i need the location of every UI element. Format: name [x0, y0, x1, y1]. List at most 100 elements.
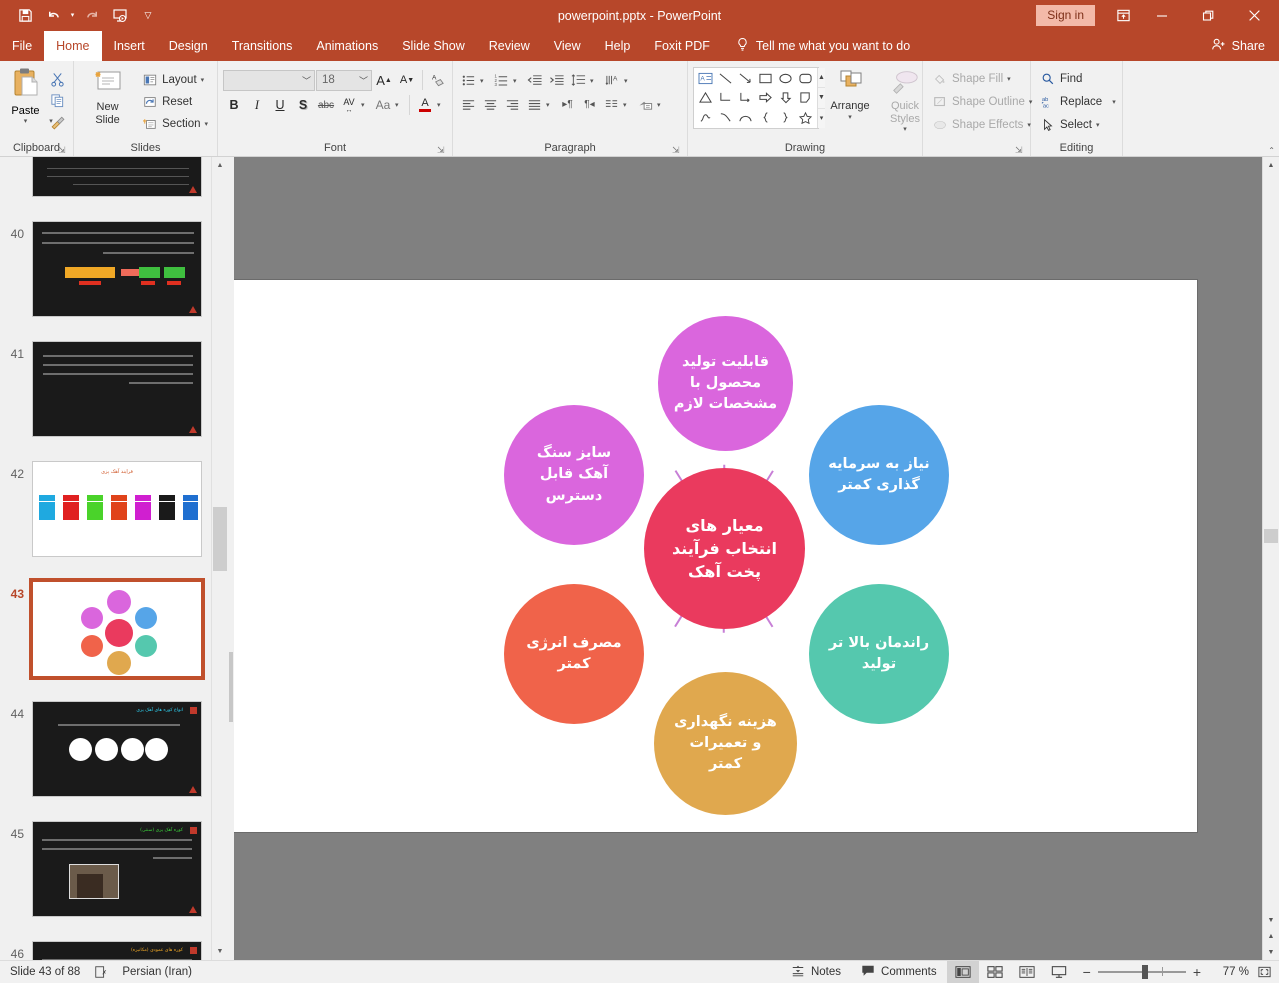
tab-review[interactable]: Review	[477, 31, 542, 61]
tab-foxit-pdf[interactable]: Foxit PDF	[642, 31, 722, 61]
thumbnails-scroll-down-button[interactable]: ▼	[212, 943, 228, 960]
thumbnail-image[interactable]: کوره های عمودی (مکانیزه)	[32, 941, 202, 960]
reset-button[interactable]: Reset	[138, 91, 212, 113]
zoom-out-button[interactable]: −	[1083, 964, 1091, 980]
zoom-control[interactable]: − +	[1075, 964, 1209, 980]
section-dropdown-icon[interactable]: ▾	[204, 120, 208, 128]
shape-arrow-icon[interactable]	[736, 70, 755, 88]
thumbnails-scrollbar[interactable]: ▲ ▼	[211, 157, 228, 960]
align-center-button[interactable]	[480, 94, 501, 115]
previous-slide-button[interactable]: ▲	[1263, 928, 1279, 944]
start-presentation-icon[interactable]	[107, 4, 133, 28]
bullets-dropdown-icon[interactable]: ▾	[480, 77, 490, 85]
thumbnails-scroll-thumb[interactable]	[213, 507, 227, 571]
shape-line-icon[interactable]	[716, 70, 735, 88]
strikethrough-button[interactable]: abc	[315, 94, 337, 116]
shape-rounded-rectangle-icon[interactable]	[796, 70, 815, 88]
thumbnail-row[interactable]: 42 فرایند آهک پزی	[0, 461, 211, 573]
redo-icon[interactable]	[79, 4, 105, 28]
thumbnail-row[interactable]: 44 انواع کوره های آهک پزی	[0, 701, 211, 813]
clear-formatting-icon[interactable]: A	[427, 69, 449, 91]
shape-textbox-icon[interactable]: A	[696, 70, 715, 88]
comments-button[interactable]: Comments	[851, 961, 947, 983]
character-spacing-dropdown-icon[interactable]: ▾	[361, 101, 371, 109]
ribbon-display-options-icon[interactable]	[1107, 0, 1139, 31]
ltr-direction-button[interactable]: ▸¶	[557, 94, 578, 115]
text-direction-button[interactable]: A	[602, 70, 623, 91]
columns-dropdown2-icon[interactable]: ▾	[623, 101, 633, 109]
current-slide[interactable]: قابلیت تولید محصول با مشخصات لازم نیاز ب…	[234, 280, 1197, 832]
copy-icon[interactable]	[46, 90, 68, 110]
character-spacing-button[interactable]: AV ↔	[338, 94, 360, 116]
slide-vertical-scrollbar[interactable]: ▲ ▼ ▲ ▼	[1262, 157, 1279, 960]
zoom-level-label[interactable]: 77 %	[1209, 966, 1249, 978]
increase-indent-button[interactable]	[546, 70, 567, 91]
increase-font-size-button[interactable]: A▲	[373, 69, 395, 91]
thumbnail-image[interactable]	[32, 341, 202, 437]
diagram-node-center[interactable]: معیار های انتخاب فرآیند پخت آهک	[644, 468, 805, 629]
line-spacing-dropdown-icon[interactable]: ▾	[590, 77, 600, 85]
select-button[interactable]: Select ▾	[1036, 114, 1103, 136]
font-dialog-launcher[interactable]: ⇲	[437, 145, 447, 155]
clipboard-dialog-launcher[interactable]: ⇲	[58, 145, 68, 155]
shape-oval-icon[interactable]	[776, 70, 795, 88]
font-size-input[interactable]: 18 ﹀	[316, 70, 372, 91]
smartart-dropdown-icon[interactable]: ▾	[657, 101, 667, 109]
canvas-scroll-down-button[interactable]: ▼	[1263, 912, 1279, 928]
numbering-button[interactable]: 123	[491, 70, 512, 91]
change-case-dropdown-icon[interactable]: ▾	[395, 101, 405, 109]
diagram-node-upper-left[interactable]: سایز سنگ آهک قابل دسترس	[504, 405, 644, 545]
shape-scribble-icon[interactable]	[696, 108, 715, 126]
thumbnail-row[interactable]: 39	[0, 157, 211, 213]
align-right-button[interactable]	[502, 94, 523, 115]
undo-icon[interactable]	[40, 4, 66, 28]
shape-right-brace-icon[interactable]	[776, 108, 795, 126]
save-icon[interactable]	[12, 4, 38, 28]
font-color-button[interactable]: A	[414, 94, 436, 116]
diagram-node-lower-left[interactable]: مصرف انرژی کمتر	[504, 584, 644, 724]
normal-view-button[interactable]	[947, 961, 979, 983]
zoom-slider-knob[interactable]	[1142, 965, 1148, 979]
shape-folded-corner-icon[interactable]	[796, 89, 815, 107]
thumbnails-scroll-up-button[interactable]: ▲	[212, 157, 228, 174]
slide-canvas[interactable]: قابلیت تولید محصول با مشخصات لازم نیاز ب…	[234, 157, 1262, 960]
thumbnails-scroll-track[interactable]	[212, 174, 228, 943]
language-indicator[interactable]: Persian (Iran)	[112, 961, 202, 983]
thumbnail-image[interactable]: کوره آهک پزی (سنتی)	[32, 821, 202, 917]
font-color-dropdown-icon[interactable]: ▾	[437, 101, 447, 109]
thumbnail-row[interactable]: 40	[0, 221, 211, 333]
paste-button[interactable]: Paste ▾	[5, 66, 46, 125]
new-slide-button[interactable]: New Slide	[79, 66, 136, 128]
sign-in-button[interactable]: Sign in	[1036, 5, 1095, 26]
shape-elbow-arrow-icon[interactable]	[736, 89, 755, 107]
tab-help[interactable]: Help	[593, 31, 643, 61]
thumbnail-row[interactable]: 41	[0, 341, 211, 453]
minimize-button[interactable]	[1139, 0, 1185, 31]
smartart-diagram[interactable]: قابلیت تولید محصول با مشخصات لازم نیاز ب…	[234, 280, 1197, 832]
shape-left-brace-icon[interactable]	[756, 108, 775, 126]
shape-triangle-icon[interactable]	[696, 89, 715, 107]
drawing-dialog-launcher[interactable]: ⇲	[1015, 145, 1025, 155]
italic-button[interactable]: I	[246, 94, 268, 116]
bullets-button[interactable]	[458, 70, 479, 91]
shapes-gallery[interactable]: A	[693, 67, 819, 129]
tell-me-search[interactable]: Tell me what you want to do	[736, 31, 910, 61]
restore-button[interactable]	[1185, 0, 1231, 31]
decrease-font-size-button[interactable]: A▼	[396, 69, 418, 91]
diagram-node-bottom[interactable]: هزینه نگهداری و تعمیرات کمتر	[654, 672, 797, 815]
shape-star-icon[interactable]	[796, 108, 815, 126]
tab-animations[interactable]: Animations	[304, 31, 390, 61]
notes-button[interactable]: Notes	[781, 961, 851, 983]
numbering-dropdown-icon[interactable]: ▾	[513, 77, 523, 85]
close-button[interactable]	[1231, 0, 1277, 31]
canvas-scroll-up-button[interactable]: ▲	[1263, 157, 1279, 173]
paste-dropdown-icon[interactable]: ▾	[24, 117, 28, 125]
slide-sorter-view-button[interactable]	[979, 961, 1011, 983]
zoom-in-button[interactable]: +	[1193, 964, 1201, 980]
tab-insert[interactable]: Insert	[102, 31, 157, 61]
undo-dropdown-icon[interactable]: ▾	[68, 4, 77, 28]
canvas-scroll-track[interactable]	[1263, 173, 1279, 912]
arrange-button[interactable]: Arrange ▾	[823, 67, 877, 123]
font-name-input[interactable]: ﹀	[223, 70, 315, 91]
shape-rectangle-icon[interactable]	[756, 70, 775, 88]
